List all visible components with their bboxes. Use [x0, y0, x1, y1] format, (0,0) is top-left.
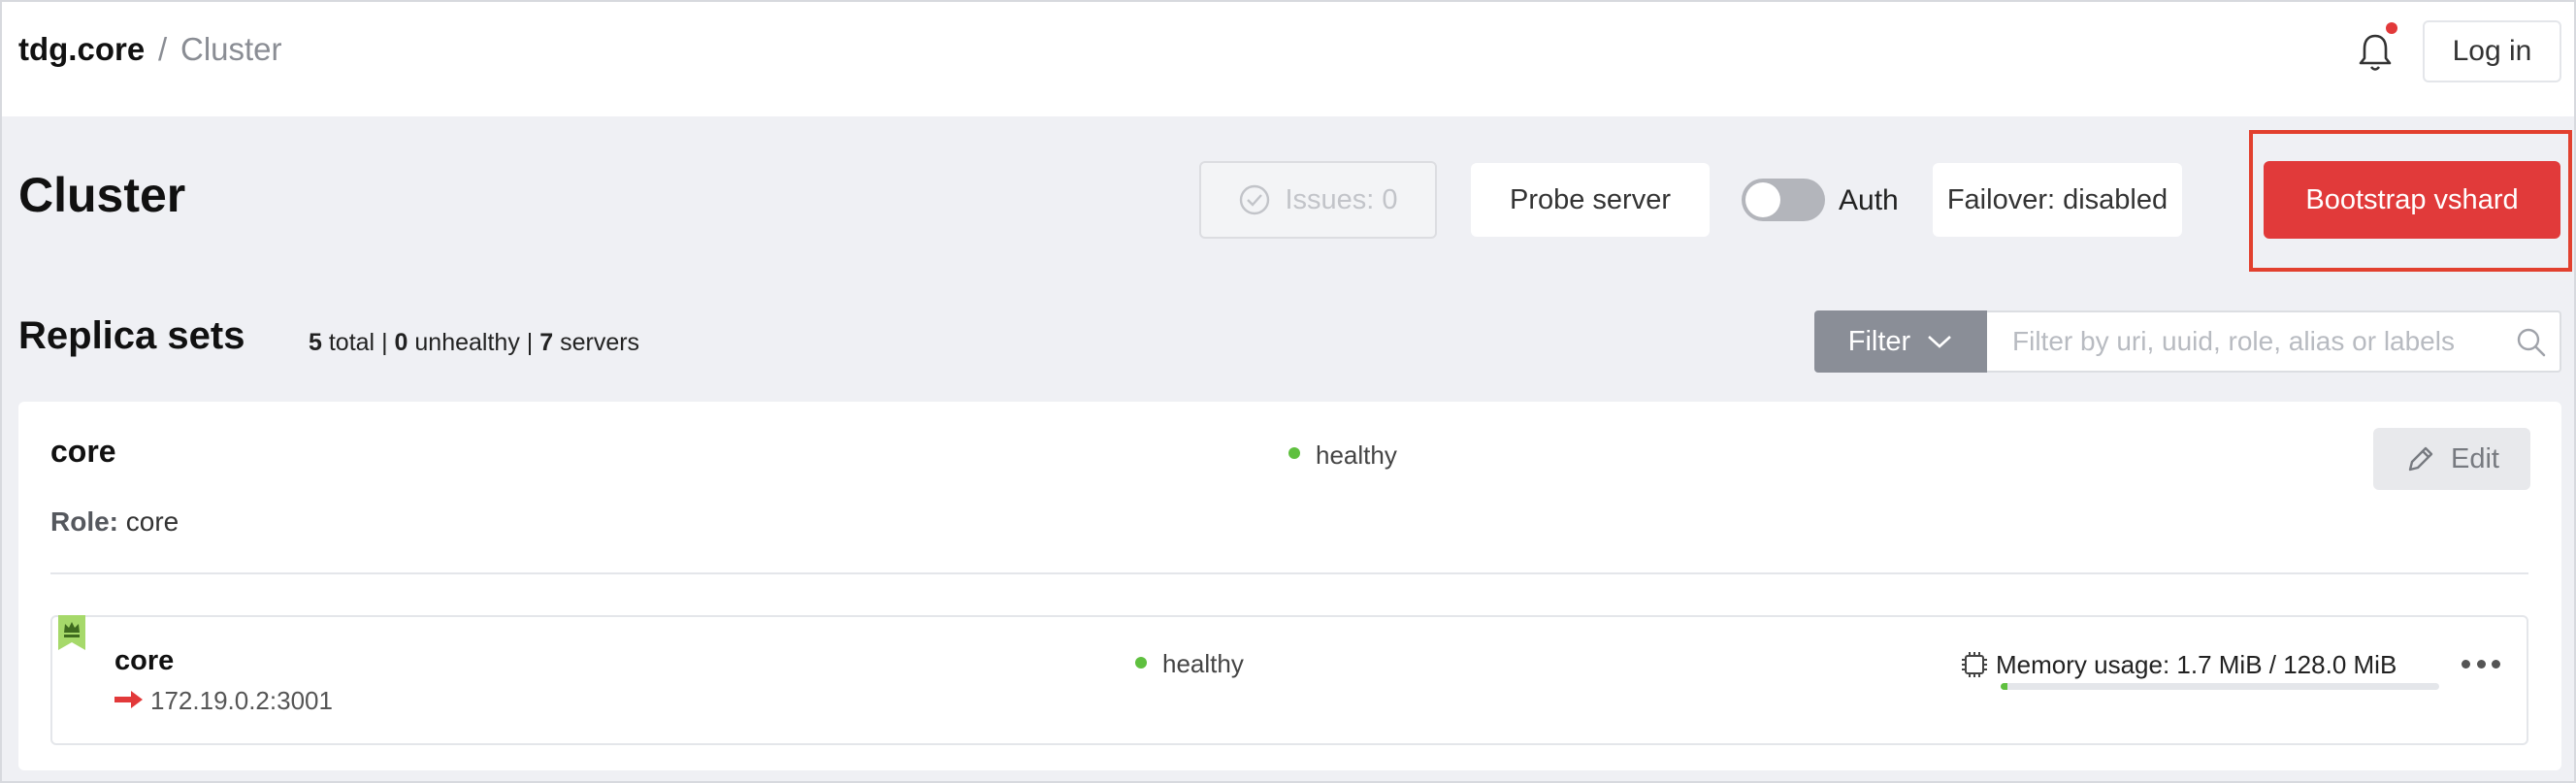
status-dot: [1288, 447, 1300, 459]
more-options-button[interactable]: [2462, 654, 2500, 673]
total-label: total: [328, 329, 375, 356]
chevron-down-icon: [1928, 336, 1952, 348]
breadcrumb-app[interactable]: tdg.core: [18, 31, 145, 68]
toggle-knob: [1745, 182, 1780, 217]
auth-toggle[interactable]: [1742, 179, 1825, 221]
replica-set-name: core: [50, 434, 116, 469]
login-button[interactable]: Log in: [2423, 20, 2561, 82]
bootstrap-vshard-button[interactable]: Bootstrap vshard: [2264, 161, 2560, 239]
edit-label: Edit: [2451, 442, 2499, 474]
failover-button[interactable]: Failover: disabled: [1933, 163, 2182, 237]
replica-sets-stats: 5 total | 0 unhealthy | 7 servers: [309, 329, 639, 357]
memory-usage-bar: [2001, 683, 2439, 690]
issues-button[interactable]: Issues: 0: [1199, 161, 1437, 239]
search-icon[interactable]: [2515, 326, 2548, 359]
server-status: healthy: [1162, 649, 1244, 678]
auth-label: Auth: [1839, 184, 1899, 216]
server-uri: 172.19.0.2:3001: [150, 686, 333, 715]
notification-badge: [2386, 22, 2397, 34]
memory-usage-fill: [2001, 683, 2007, 690]
crown-icon: [58, 615, 85, 650]
probe-server-button[interactable]: Probe server: [1471, 163, 1710, 237]
filter-button[interactable]: Filter: [1814, 310, 1987, 373]
stats-divider: |: [526, 329, 534, 356]
page-title: Cluster: [18, 168, 186, 222]
servers-count: 7: [539, 329, 554, 356]
role-value: core: [125, 506, 179, 537]
arrow-right-icon: [114, 691, 143, 708]
stats-divider: |: [381, 329, 388, 356]
breadcrumb-current: Cluster: [180, 31, 282, 67]
unhealthy-count: 0: [394, 329, 408, 356]
issues-label: Issues: 0: [1285, 183, 1398, 215]
breadcrumb-separator: /: [158, 31, 168, 67]
role-line: Role: core: [50, 506, 179, 538]
status-dot: [1135, 657, 1147, 669]
divider: [50, 572, 2528, 574]
memory-usage-label: Memory usage: 1.7 MiB / 128.0 MiB: [1996, 650, 2397, 679]
role-label: Role:: [50, 506, 118, 537]
filter-input[interactable]: [1987, 310, 2561, 373]
replica-set-status: healthy: [1316, 440, 1397, 470]
servers-label: servers: [560, 329, 640, 356]
replica-sets-title: Replica sets: [18, 314, 245, 357]
unhealthy-label: unhealthy: [414, 329, 520, 356]
chip-icon: [1962, 652, 1987, 677]
filter-label: Filter: [1847, 325, 1911, 357]
top-bar: tdg.core / Cluster Log in: [2, 2, 2574, 116]
more-icon-dot: [2476, 659, 2486, 669]
server-alias[interactable]: core: [114, 645, 174, 677]
more-icon-dot: [2462, 659, 2470, 669]
app-frame: tdg.core / Cluster Log in Cluster Issues…: [0, 0, 2576, 783]
edit-button[interactable]: Edit: [2373, 428, 2530, 490]
total-count: 5: [309, 329, 322, 356]
more-icon-dot: [2492, 659, 2500, 669]
pencil-icon: [2408, 446, 2433, 472]
bell-icon[interactable]: [2356, 31, 2395, 74]
check-circle-icon: [1240, 184, 1270, 215]
server-row: [50, 615, 2528, 745]
